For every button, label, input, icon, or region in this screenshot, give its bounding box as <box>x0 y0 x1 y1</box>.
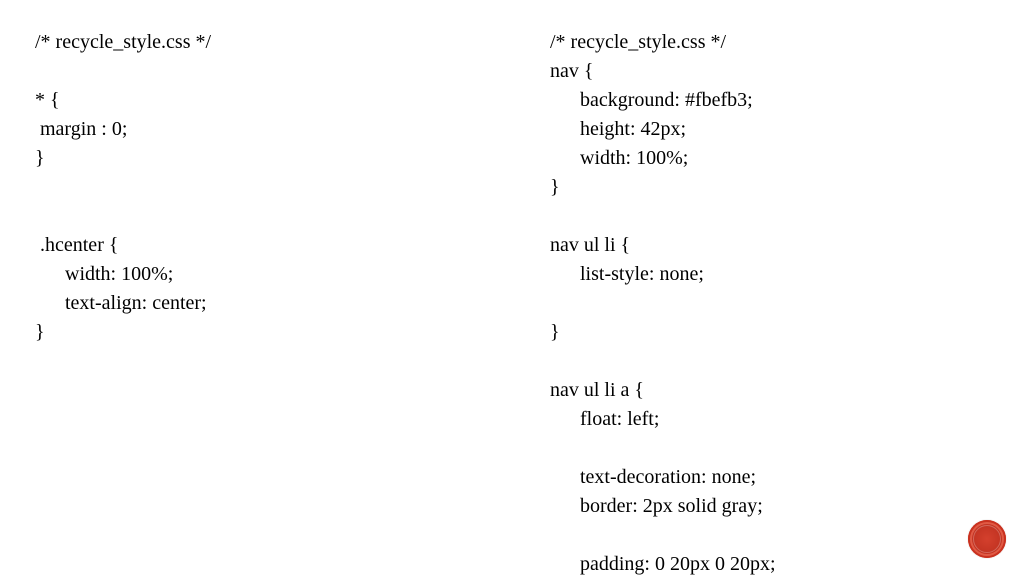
code-line: } <box>35 318 465 347</box>
blank-line <box>550 202 980 231</box>
code-line: * { <box>35 86 465 115</box>
code-line: nav ul li a { <box>550 376 980 405</box>
blank-line <box>550 289 980 318</box>
code-line: } <box>550 173 980 202</box>
code-line: margin : 0; <box>35 115 465 144</box>
code-line: /* recycle_style.css */ <box>35 28 465 57</box>
code-line: width: 100%; <box>35 260 465 289</box>
code-line: width: 100%; <box>550 144 980 173</box>
blank-line <box>35 173 465 202</box>
blank-line <box>550 434 980 463</box>
blank-line <box>550 347 980 376</box>
code-line: float: left; <box>550 405 980 434</box>
code-line: background: #fbefb3; <box>550 86 980 115</box>
code-line: list-style: none; <box>550 260 980 289</box>
code-line: nav ul li { <box>550 231 980 260</box>
code-line: border: 2px solid gray; <box>550 492 980 521</box>
code-line: text-decoration: none; <box>550 463 980 492</box>
code-line: padding: 0 20px 0 20px; <box>550 550 980 576</box>
code-line: } <box>550 318 980 347</box>
code-line: height: 42px; <box>550 115 980 144</box>
blank-line <box>35 57 465 86</box>
code-line: /* recycle_style.css */ <box>550 28 980 57</box>
left-column: /* recycle_style.css */ * { margin : 0; … <box>35 28 465 347</box>
blank-line <box>550 521 980 550</box>
blank-line <box>35 202 465 231</box>
code-line: } <box>35 144 465 173</box>
slide: /* recycle_style.css */ * { margin : 0; … <box>0 0 1024 576</box>
code-line: .hcenter { <box>35 231 465 260</box>
slide-badge-icon <box>968 520 1006 558</box>
right-column: /* recycle_style.css */ nav { background… <box>550 28 980 576</box>
code-line: text-align: center; <box>35 289 465 318</box>
code-line: nav { <box>550 57 980 86</box>
